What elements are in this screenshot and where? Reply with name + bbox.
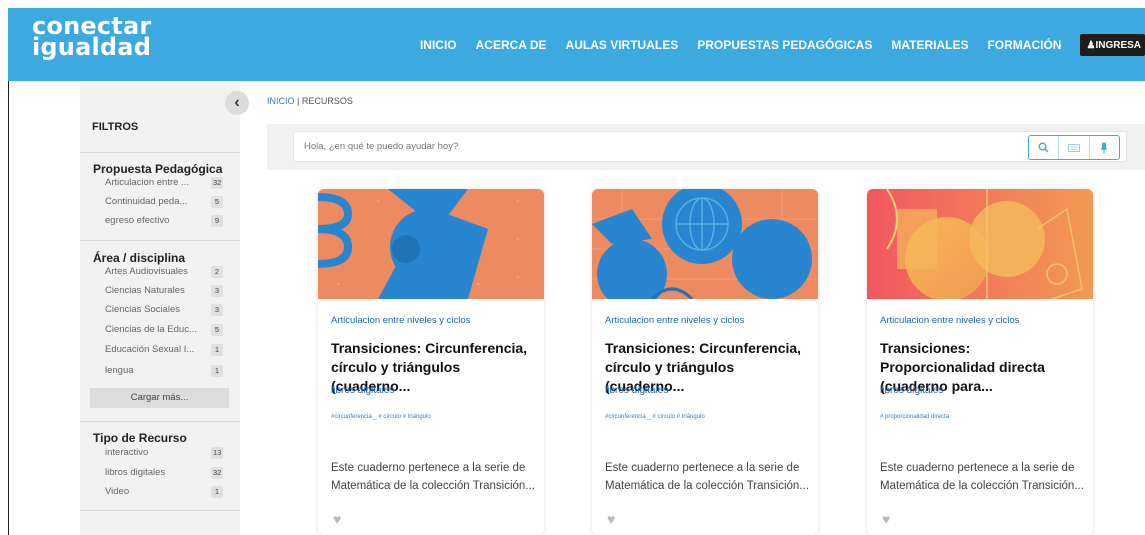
filter-item[interactable]: Ciencias Naturales 3 bbox=[105, 285, 225, 301]
filter-item-label: interactivo bbox=[105, 447, 149, 458]
microphone-icon bbox=[1100, 142, 1108, 153]
login-button[interactable]: ♟INGRESA bbox=[1080, 33, 1145, 56]
filter-item-label: Articulacion entre ... bbox=[105, 177, 189, 188]
nav-aulas-virtuales[interactable]: AULAS VIRTUALES bbox=[566, 38, 679, 52]
card-category[interactable]: Articulacion entre niveles y ciclos bbox=[880, 315, 1019, 326]
card-resource-type[interactable]: libros digitales bbox=[880, 385, 943, 396]
filter-item[interactable]: lengua 1 bbox=[105, 365, 225, 381]
card-tags[interactable]: # proporcionalidad directa bbox=[880, 414, 949, 420]
card-resource-type[interactable]: libros digitales bbox=[605, 385, 668, 396]
resource-card[interactable]: Articulacion entre niveles y ciclos Tran… bbox=[867, 189, 1093, 535]
filter-item[interactable]: Articulacion entre ... 32 bbox=[105, 177, 225, 193]
filter-item[interactable]: egreso efectivo 9 bbox=[105, 215, 225, 231]
filter-item[interactable]: interactivo 13 bbox=[105, 447, 225, 463]
search-actions bbox=[1028, 135, 1120, 160]
resource-card[interactable]: Articulacion entre niveles y ciclos Tran… bbox=[592, 189, 818, 535]
nav-materiales[interactable]: MATERIALES bbox=[891, 38, 968, 52]
filter-count-badge: 32 bbox=[211, 467, 224, 479]
filter-count-badge: 5 bbox=[211, 324, 223, 336]
filter-item-label: Educación Sexual I... bbox=[105, 344, 195, 355]
search-button[interactable] bbox=[1029, 136, 1060, 159]
search-icon bbox=[1038, 142, 1049, 153]
filter-item[interactable]: Continuidad peda... 5 bbox=[105, 196, 225, 212]
card-resource-type[interactable]: libros digitales bbox=[331, 385, 394, 396]
filter-count-badge: 3 bbox=[211, 285, 223, 297]
filter-group-title: Área / disciplina bbox=[93, 251, 186, 265]
filter-count-badge: 13 bbox=[211, 447, 224, 459]
filter-count-badge: 1 bbox=[211, 365, 223, 377]
card-description: Este cuaderno pertenece a la serie de Ma… bbox=[331, 462, 535, 492]
filters-sidebar: FILTROS Propuesta Pedagógica Articulacio… bbox=[80, 81, 240, 535]
filter-group-title: Tipo de Recurso bbox=[93, 431, 187, 445]
keyboard-button[interactable] bbox=[1059, 136, 1090, 159]
site-logo[interactable]: conectar igualdad bbox=[32, 14, 152, 61]
filter-item-label: Ciencias Sociales bbox=[105, 304, 180, 315]
search-placeholder: Hola, ¿en qué te puedo ayudar hoy? bbox=[304, 141, 459, 152]
filter-item-label: Artes Audiovisuales bbox=[105, 266, 188, 277]
divider bbox=[80, 510, 240, 511]
filter-item[interactable]: Artes Audiovisuales 2 bbox=[105, 266, 225, 282]
nav-formacion[interactable]: FORMACIÓN bbox=[987, 38, 1061, 52]
login-label: INGRESA bbox=[1095, 39, 1141, 51]
heart-icon[interactable]: ♥ bbox=[882, 511, 890, 527]
filter-item-label: libros digitales bbox=[105, 467, 166, 478]
card-tags[interactable]: #circunferencia _ # círculo # triángulo bbox=[331, 414, 431, 420]
search-bar-area: Hola, ¿en qué te puedo ayudar hoy? bbox=[267, 124, 1145, 170]
nav-acerca-de[interactable]: ACERCA DE bbox=[476, 38, 547, 52]
filter-group-title: Propuesta Pedagógica bbox=[93, 162, 223, 176]
breadcrumb-current: RECURSOS bbox=[301, 96, 353, 106]
filter-item-label: Continuidad peda... bbox=[105, 196, 188, 207]
filter-count-badge: 1 bbox=[211, 344, 223, 356]
filter-item-label: egreso efectivo bbox=[105, 215, 170, 226]
chevron-left-icon: ‹ bbox=[234, 94, 240, 111]
filter-item-label: Ciencias Naturales bbox=[105, 285, 185, 296]
main-nav: INICIO ACERCA DE AULAS VIRTUALES PROPUES… bbox=[420, 8, 1145, 81]
heart-icon[interactable]: ♥ bbox=[607, 511, 615, 527]
card-thumbnail bbox=[867, 189, 1093, 299]
filter-item-label: Ciencias de la Educ... bbox=[105, 324, 197, 335]
filter-item-label: lengua bbox=[105, 365, 134, 376]
filters-title: FILTROS bbox=[92, 121, 139, 133]
collapse-sidebar-button[interactable]: ‹ bbox=[225, 91, 249, 115]
keyboard-icon bbox=[1067, 143, 1080, 152]
filter-count-badge: 1 bbox=[211, 486, 223, 498]
filter-count-badge: 5 bbox=[211, 196, 223, 208]
card-category[interactable]: Articulacion entre niveles y ciclos bbox=[605, 315, 744, 326]
breadcrumb-home-link[interactable]: INICIO bbox=[267, 96, 295, 106]
heart-icon[interactable]: ♥ bbox=[333, 511, 341, 527]
filter-count-badge: 32 bbox=[211, 177, 224, 189]
filter-item[interactable]: Educación Sexual I... 1 bbox=[105, 344, 225, 360]
filter-count-badge: 2 bbox=[211, 266, 223, 278]
card-thumbnail bbox=[592, 189, 818, 299]
frame-border bbox=[8, 81, 9, 535]
card-description: Este cuaderno pertenece a la serie de Ma… bbox=[880, 462, 1084, 492]
filter-item-label: Video bbox=[105, 486, 130, 497]
resource-card[interactable]: Articulacion entre niveles y ciclos Tran… bbox=[318, 189, 544, 535]
filter-item[interactable]: Ciencias de la Educ... 5 bbox=[105, 324, 225, 340]
card-description: Este cuaderno pertenece a la serie de Ma… bbox=[605, 462, 809, 492]
divider bbox=[80, 421, 240, 422]
load-more-button[interactable]: Cargar más... bbox=[90, 388, 229, 408]
nav-propuestas-pedagogicas[interactable]: PROPUESTAS PEDAGÓGICAS bbox=[697, 38, 872, 52]
card-tags[interactable]: #circunferencia _ # círculo # triángulo bbox=[605, 414, 705, 420]
logo-line-2: igualdad bbox=[32, 33, 152, 61]
breadcrumb-separator: | bbox=[297, 96, 300, 106]
breadcrumb: INICIO | RECURSOS bbox=[267, 96, 353, 106]
filter-count-badge: 3 bbox=[211, 304, 223, 316]
voice-search-button[interactable] bbox=[1090, 136, 1119, 159]
card-category[interactable]: Articulacion entre niveles y ciclos bbox=[331, 315, 470, 326]
nav-inicio[interactable]: INICIO bbox=[420, 38, 457, 52]
filter-item[interactable]: libros digitales 32 bbox=[105, 467, 225, 483]
filter-item[interactable]: Video 1 bbox=[105, 486, 225, 502]
card-thumbnail bbox=[318, 189, 544, 299]
site-header: conectar igualdad INICIO ACERCA DE AULAS… bbox=[8, 8, 1145, 81]
filter-count-badge: 9 bbox=[211, 215, 223, 227]
divider bbox=[80, 152, 240, 153]
search-input[interactable]: Hola, ¿en qué te puedo ayudar hoy? bbox=[293, 131, 1127, 162]
filter-item[interactable]: Ciencias Sociales 3 bbox=[105, 304, 225, 320]
divider bbox=[80, 240, 240, 241]
